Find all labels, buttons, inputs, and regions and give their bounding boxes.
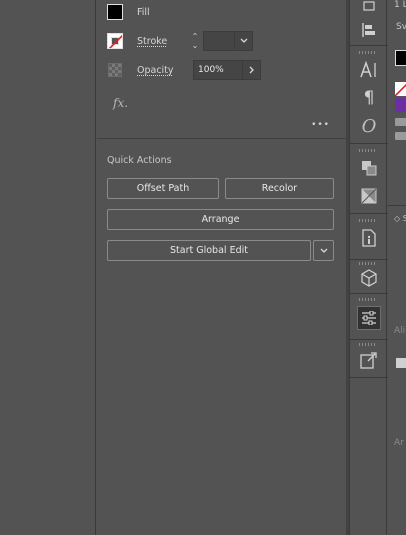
opacity-label[interactable]: Opacity <box>137 65 185 76</box>
document-info-icon[interactable] <box>357 226 381 250</box>
align-section-text: Ali <box>394 326 406 336</box>
dock-group-properties <box>350 294 388 340</box>
start-global-edit-button[interactable]: Start Global Edit <box>107 240 311 261</box>
chevron-right-icon <box>249 66 254 74</box>
stroke-weight-dropdown[interactable] <box>235 31 253 51</box>
panel-tab-text[interactable]: 1 L <box>394 0 406 10</box>
fill-label: Fill <box>137 6 150 18</box>
stroke-label[interactable]: Stroke <box>137 36 181 47</box>
global-edit-options-button[interactable] <box>313 240 334 261</box>
chevron-down-icon <box>240 38 247 43</box>
fill-row: Fill <box>107 4 150 20</box>
folder-icon[interactable] <box>395 118 406 126</box>
align-button-icon[interactable] <box>396 358 406 368</box>
fill-swatch-partial[interactable] <box>395 50 406 66</box>
dock-group-export <box>350 340 388 378</box>
character-icon[interactable] <box>357 58 381 82</box>
chevron-down-icon[interactable]: ⌄ <box>192 41 199 50</box>
panel-icon-dock: ¶ O <box>349 0 388 535</box>
stroke-weight-stepper[interactable]: ⌃ ⌄ <box>187 31 203 51</box>
stroke-swatch[interactable] <box>107 33 123 49</box>
chevron-down-icon <box>320 248 327 253</box>
properties-panel: Fill Stroke ⌃ ⌄ Opacity 100% fx. ••• Qui… <box>97 0 346 535</box>
stroke-row: Stroke ⌃ ⌄ <box>107 31 253 51</box>
folder-icon[interactable] <box>395 132 406 140</box>
dock-group-pathfinder <box>350 144 388 214</box>
more-options-icon[interactable]: ••• <box>311 120 330 130</box>
app-root: Fill Stroke ⌃ ⌄ Opacity 100% fx. ••• Qui… <box>0 0 406 535</box>
chevron-up-icon[interactable]: ⌃ <box>192 32 199 41</box>
dock-group-align <box>350 0 388 46</box>
offset-path-button[interactable]: Offset Path <box>107 178 219 199</box>
fill-swatch[interactable] <box>107 4 123 20</box>
properties-sliders-icon[interactable] <box>357 306 381 330</box>
pathfinder-icon[interactable] <box>357 156 381 180</box>
none-swatch[interactable] <box>395 82 406 96</box>
purple-swatch[interactable] <box>395 98 406 112</box>
opacity-icon <box>108 63 122 77</box>
asset-export-icon[interactable] <box>357 348 381 372</box>
recolor-button[interactable]: Recolor <box>225 178 334 199</box>
section-divider <box>97 138 346 139</box>
fx-icon[interactable]: fx. <box>113 96 128 110</box>
opacity-slider-button[interactable] <box>243 60 261 80</box>
fx-row: fx. <box>113 96 128 110</box>
dock-group-type: ¶ O <box>350 46 388 144</box>
partially-visible-panel: 1 L Sv ◇ S Ali Ar <box>388 0 406 535</box>
stroke-weight-field[interactable] <box>203 31 235 51</box>
opentype-icon[interactable]: O <box>357 114 381 138</box>
transparency-icon[interactable] <box>357 184 381 208</box>
canvas-area[interactable] <box>0 0 96 535</box>
opacity-row: Opacity 100% <box>107 60 261 80</box>
dock-group-3d <box>350 260 388 294</box>
paragraph-icon[interactable]: ¶ <box>357 86 381 110</box>
arrange-button[interactable]: Arrange <box>107 209 334 230</box>
align-icon[interactable] <box>357 18 381 42</box>
3d-cube-icon[interactable] <box>357 266 381 290</box>
arrange-section-text: Ar <box>394 438 404 448</box>
swatches-tab-text[interactable]: Sv <box>396 22 406 32</box>
collapse-toggle-icon[interactable]: ◇ S <box>394 214 406 223</box>
opacity-field[interactable]: 100% <box>193 60 243 80</box>
quick-actions-title: Quick Actions <box>107 155 172 166</box>
dock-group-info <box>350 214 388 260</box>
appearance-section: Fill Stroke ⌃ ⌄ Opacity 100% fx. ••• <box>97 0 346 138</box>
layers-icon[interactable] <box>357 0 381 18</box>
